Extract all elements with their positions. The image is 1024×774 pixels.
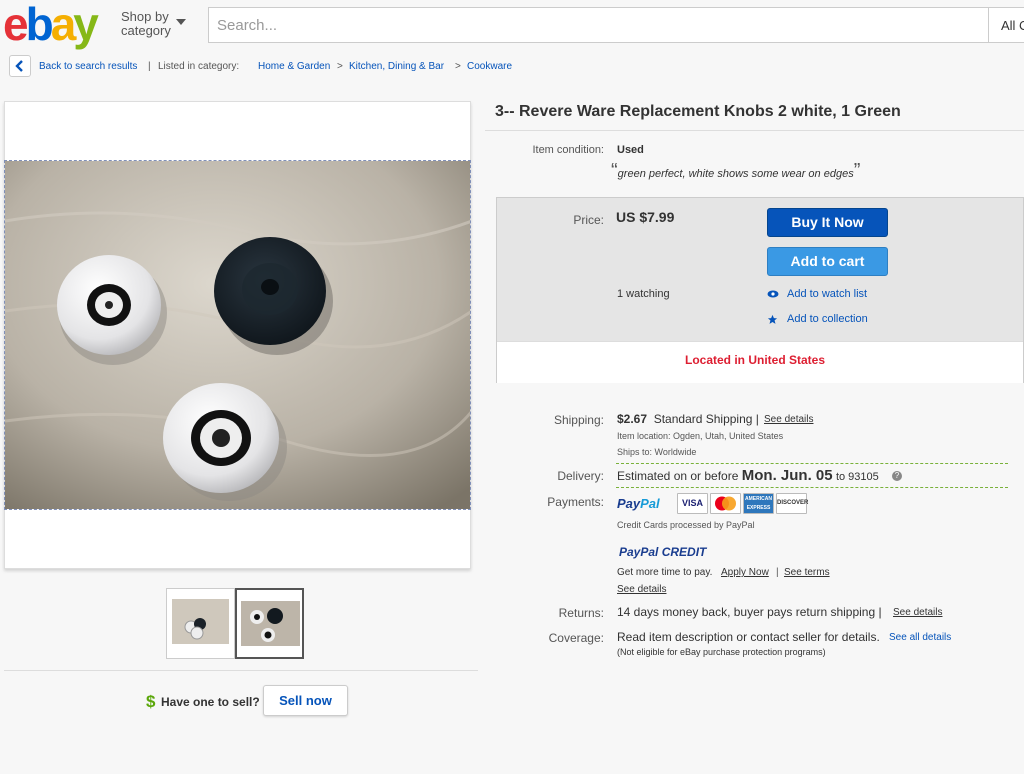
add-to-collection-link[interactable]: Add to collection <box>787 313 868 325</box>
returns-info: 14 days money back, buyer pays return sh… <box>617 605 882 619</box>
mastercard-icon <box>710 493 741 514</box>
amex-icon: AMERICAN EXPRESS <box>743 493 774 514</box>
condition-label: Item condition: <box>532 144 604 156</box>
divider <box>485 130 1024 131</box>
breadcrumb-home-garden[interactable]: Home & Garden <box>258 61 330 73</box>
visa-icon: VISA <box>677 493 708 514</box>
price-value: US $7.99 <box>616 209 675 225</box>
back-to-search-link[interactable]: Back to search results <box>39 61 137 73</box>
shipping-see-details-link[interactable]: See details <box>764 414 813 425</box>
breadcrumb-arrow: > <box>337 61 343 72</box>
chevron-left-icon <box>15 60 23 72</box>
main-product-image[interactable] <box>4 160 471 510</box>
add-to-cart-button[interactable]: Add to cart <box>767 247 888 276</box>
ships-to: Ships to: Worldwide <box>617 447 697 457</box>
buy-it-now-button[interactable]: Buy It Now <box>767 208 888 237</box>
coverage-text: Read item description or contact seller … <box>617 630 880 644</box>
help-icon[interactable]: ? <box>892 471 902 481</box>
coverage-note: (Not eligible for eBay purchase protecti… <box>617 647 826 657</box>
eye-icon <box>767 290 779 298</box>
paypal-logo: PayPal <box>617 496 660 511</box>
breadcrumb-separator: | <box>148 61 151 72</box>
price-label: Price: <box>573 213 604 227</box>
discover-icon: DISCOVER <box>776 493 808 514</box>
cards-note: Credit Cards processed by PayPal <box>617 520 755 530</box>
sell-now-button[interactable]: Sell now <box>263 685 348 716</box>
breadcrumb-kitchen[interactable]: Kitchen, Dining & Bar <box>349 61 444 73</box>
breadcrumb-cookware[interactable]: Cookware <box>467 61 512 73</box>
item-title: 3-- Revere Ware Replacement Knobs 2 whit… <box>495 103 901 120</box>
chevron-down-icon[interactable] <box>176 19 186 25</box>
shipping-info: $2.67 Standard Shipping | <box>617 412 759 426</box>
payments-separator: | <box>776 567 779 578</box>
ebay-logo[interactable]: ebay <box>3 1 99 47</box>
category-select[interactable]: All C <box>988 7 1024 43</box>
payments-see-details-link[interactable]: See details <box>617 584 666 595</box>
divider <box>616 463 1008 464</box>
shipping-label: Shipping: <box>553 413 604 427</box>
apply-now-link[interactable]: Apply Now <box>721 567 769 578</box>
add-to-watch-list-link[interactable]: Add to watch list <box>787 288 867 300</box>
condition-note: “green perfect, white shows some wear on… <box>611 160 861 182</box>
dollar-icon: $ <box>146 692 156 711</box>
see-all-details-link[interactable]: See all details <box>889 632 951 643</box>
thumbnail-1[interactable] <box>166 588 235 659</box>
watching-count: 1 watching <box>617 288 670 300</box>
shop-by-category[interactable]: Shop by category <box>121 10 171 38</box>
see-terms-link[interactable]: See terms <box>784 567 830 578</box>
listed-in-label: Listed in category: <box>158 61 240 72</box>
shop-by-line1: Shop by <box>121 9 169 24</box>
coverage-label: Coverage: <box>548 631 604 645</box>
delivery-label: Delivery: <box>557 469 604 483</box>
paypal-credit-logo: PayPal CREDIT <box>619 545 707 559</box>
thumbnail-2[interactable] <box>235 588 304 659</box>
back-button[interactable] <box>9 55 31 77</box>
returns-see-details-link[interactable]: See details <box>893 607 942 618</box>
condition-value: Used <box>617 144 644 156</box>
divider <box>616 487 1008 488</box>
shop-by-line2: category <box>121 23 171 38</box>
more-time-label: Get more time to pay. <box>617 567 713 578</box>
payments-label: Payments: <box>547 495 604 509</box>
divider <box>4 670 478 671</box>
have-one-label: Have one to sell? <box>161 695 260 709</box>
breadcrumb-arrow: > <box>455 61 461 72</box>
item-location: Item location: Ogden, Utah, United State… <box>617 431 784 441</box>
returns-label: Returns: <box>558 606 604 620</box>
star-icon <box>767 314 778 324</box>
delivery-estimate: Estimated on or before Mon. Jun. 05 to 9… <box>617 467 879 484</box>
located-in: Located in United States <box>684 353 826 367</box>
search-input[interactable]: Search... <box>208 7 988 43</box>
